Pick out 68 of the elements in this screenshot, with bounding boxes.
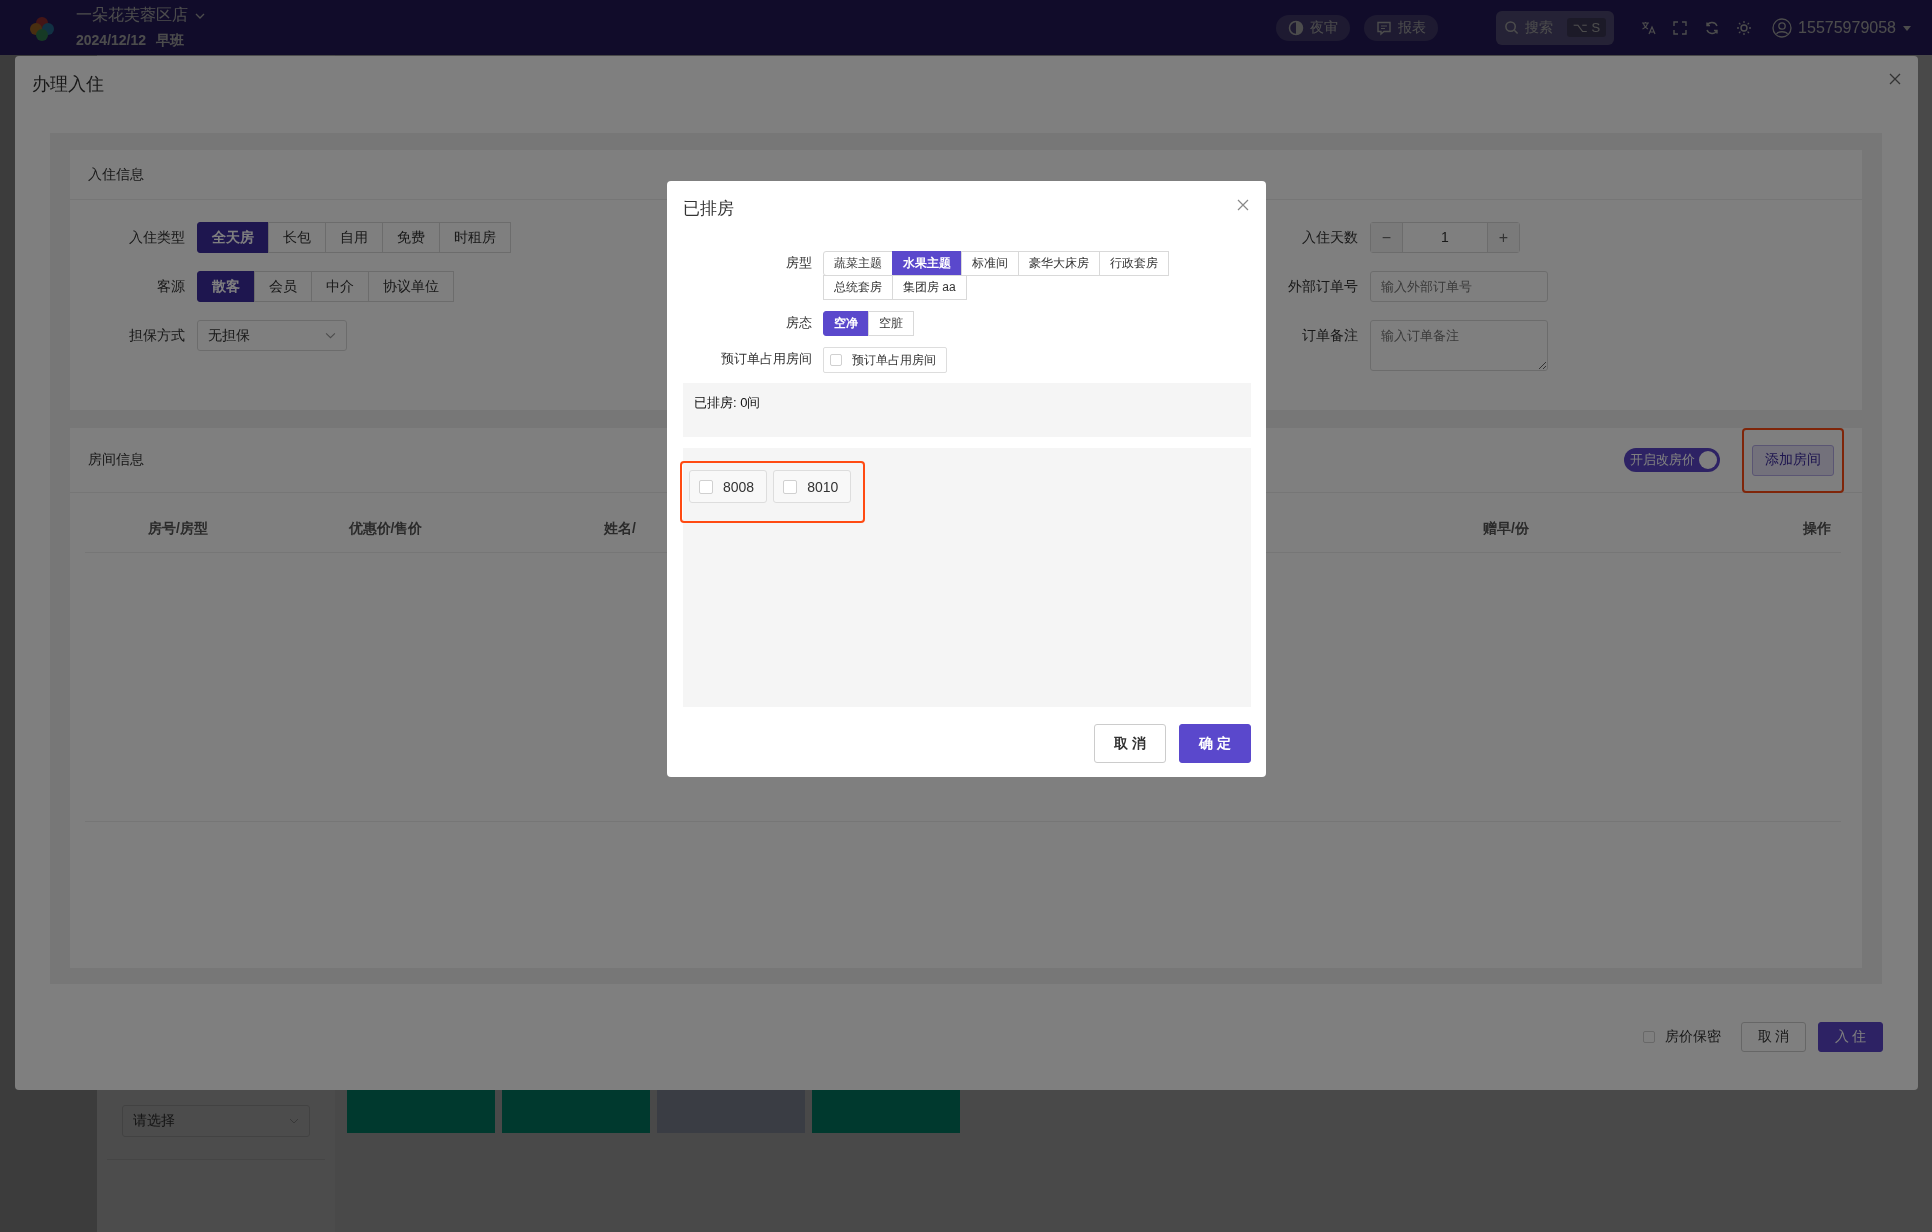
segment-option[interactable]: 散客	[197, 271, 255, 302]
segment-option[interactable]: 长包	[268, 222, 326, 253]
segment-option[interactable]: 标准间	[961, 251, 1019, 276]
segment-option[interactable]: 空脏	[868, 311, 914, 336]
translate-icon[interactable]	[1640, 19, 1657, 36]
select-field[interactable]: 无担保	[197, 320, 347, 351]
checkin-button[interactable]: 入 住	[1818, 1022, 1883, 1052]
field-label: 入住天数	[1301, 228, 1358, 247]
field-label: 房型	[785, 254, 812, 272]
dialog-title: 已排房	[683, 199, 734, 218]
segment-option[interactable]: 中介	[311, 271, 369, 302]
segment-option[interactable]: 时租房	[439, 222, 511, 253]
shift-text: 早班	[156, 32, 185, 50]
checkbox-label: 房价保密	[1665, 1028, 1721, 1046]
section-title: 房间信息	[88, 451, 144, 469]
textarea-field[interactable]: 输入订单备注	[1370, 320, 1548, 371]
chevron-down-icon	[325, 330, 336, 341]
field-label: 外部订单号	[1287, 277, 1358, 296]
field-label: 入住类型	[128, 228, 185, 247]
cancel-button[interactable]: 取 消	[1741, 1022, 1806, 1052]
chat-icon	[1375, 19, 1392, 36]
search-icon	[1503, 20, 1519, 35]
date-text: 2024/12/12	[76, 32, 147, 50]
section-title: 入住信息	[88, 165, 144, 184]
segment-option[interactable]: 全天房	[197, 222, 269, 253]
dialog-title: 办理入住	[32, 74, 104, 94]
moon-icon	[1287, 19, 1304, 36]
summary-text: 已排房: 0间	[694, 395, 761, 410]
fullscreen-icon[interactable]	[1672, 19, 1689, 36]
sun-icon[interactable]	[1736, 19, 1753, 36]
add-room-button[interactable]: 添加房间	[1752, 444, 1834, 476]
segment-option[interactable]: 会员	[254, 271, 312, 302]
column-header: 操作	[1802, 520, 1832, 538]
segment-option[interactable]: 蔬菜主题	[823, 251, 893, 276]
room-option[interactable]: 8010	[773, 470, 852, 503]
field-label: 客源	[156, 277, 185, 296]
field-label: 预订单占用房间	[720, 350, 812, 368]
segment-option[interactable]: 豪华大床房	[1018, 251, 1100, 276]
column-header: 优惠价/售价	[347, 520, 424, 538]
cancel-button[interactable]: 取 消	[1094, 724, 1166, 763]
input-field[interactable]: 输入外部订单号	[1370, 271, 1548, 302]
field-label: 担保方式	[128, 326, 185, 345]
field-label: 房态	[785, 314, 812, 332]
refresh-icon[interactable]	[1704, 19, 1721, 36]
column-header: 房号/房型	[147, 520, 209, 538]
segment-option[interactable]: 自用	[325, 222, 383, 253]
user-avatar-icon[interactable]	[1772, 17, 1793, 38]
checkbox[interactable]	[699, 479, 713, 494]
field-label: 订单备注	[1301, 326, 1358, 345]
confirm-button[interactable]: 确 定	[1179, 724, 1251, 763]
segment-option[interactable]: 行政套房	[1099, 251, 1169, 276]
segment-option[interactable]: 协议单位	[368, 271, 454, 302]
plus-button[interactable]: +	[1488, 223, 1519, 252]
checkbox[interactable]	[830, 354, 842, 366]
segment-option[interactable]: 总统套房	[823, 275, 893, 300]
column-header: 赠早/份	[1482, 520, 1530, 538]
minus-button[interactable]: −	[1371, 223, 1402, 252]
checkbox-option[interactable]: 预订单占用房间	[823, 347, 947, 373]
column-header: 姓名/	[603, 520, 637, 538]
close-icon[interactable]	[1888, 72, 1902, 86]
segment-option[interactable]: 空净	[823, 311, 869, 336]
price-toggle[interactable]: 开启改房价	[1624, 448, 1720, 472]
checkbox[interactable]	[783, 479, 798, 494]
close-icon[interactable]	[1237, 199, 1249, 211]
segment-option[interactable]: 免费	[382, 222, 440, 253]
room-option[interactable]: 8008	[689, 470, 768, 503]
segment-option[interactable]: 集团房 aa	[892, 275, 967, 300]
segment-option[interactable]: 水果主题	[892, 251, 962, 276]
